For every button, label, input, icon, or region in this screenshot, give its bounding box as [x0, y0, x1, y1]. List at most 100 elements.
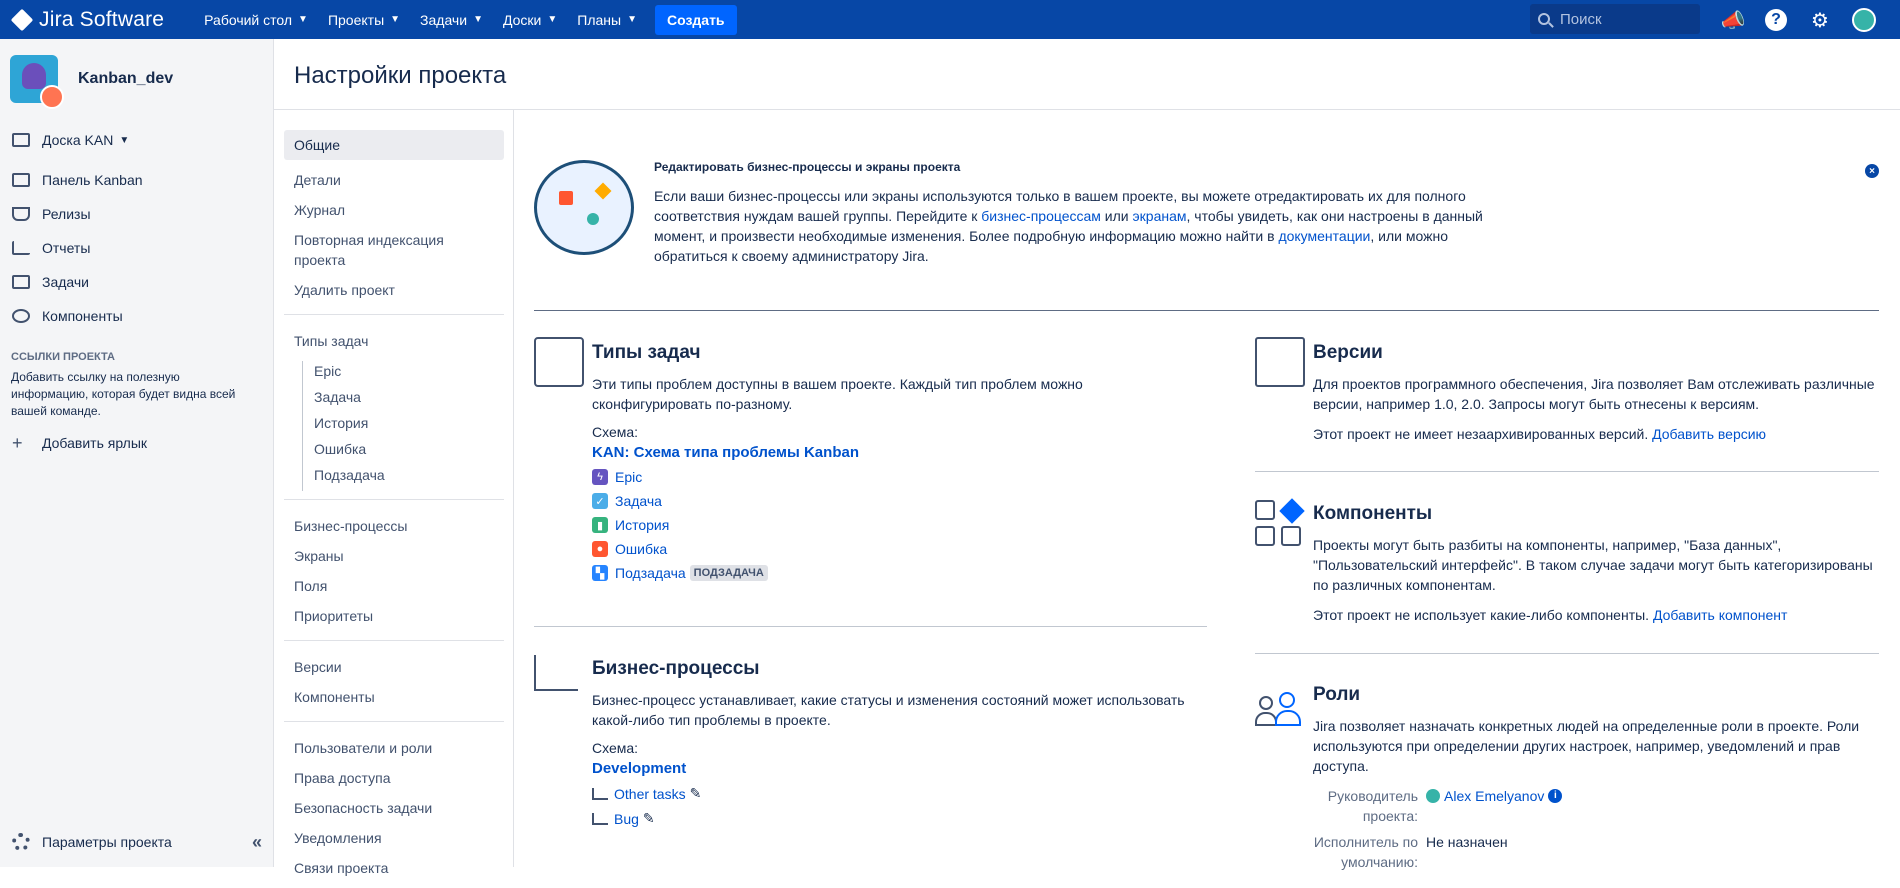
project-header[interactable]: Kanban_dev	[0, 39, 273, 119]
subnav-fields[interactable]: Поля	[284, 576, 504, 596]
add-version-link[interactable]: Добавить версию	[1652, 426, 1766, 442]
task-check-icon: ✓	[592, 493, 608, 509]
create-button[interactable]: Создать	[654, 4, 737, 35]
default-assignee-label: Исполнитель по умолчанию:	[1313, 834, 1418, 870]
issue-type-scheme-link[interactable]: KAN: Схема типа проблемы Kanban	[592, 444, 1192, 461]
roles-description: Jira позволяет назначать конкретных люде…	[1313, 718, 1860, 774]
workflow-link[interactable]: Other tasks	[614, 786, 686, 802]
subnav-issue-type-task[interactable]: Задача	[284, 387, 504, 413]
issue-type-link[interactable]: Подзадача	[615, 565, 686, 581]
subnav-priorities[interactable]: Приоритеты	[284, 606, 504, 626]
subnav-general[interactable]: Общие	[284, 130, 504, 160]
subnav-issue-type-epic[interactable]: Epic	[284, 361, 504, 387]
info-icon[interactable]: i	[1548, 789, 1563, 803]
subnav-users-roles[interactable]: Пользователи и роли	[284, 738, 504, 758]
chart-icon	[12, 241, 30, 255]
subnav-issue-type-story[interactable]: История	[284, 413, 504, 439]
subnav-issue-security[interactable]: Безопасность задачи	[284, 798, 504, 818]
sidebar-item-label: Компоненты	[42, 308, 123, 324]
workflow-illustration	[534, 160, 634, 255]
project-settings-link[interactable]: Параметры проекта «	[0, 827, 274, 857]
project-lead-label: Руководитель проекта:	[1327, 788, 1418, 824]
versions-title: Версии	[1313, 342, 1383, 363]
project-avatar	[10, 55, 64, 109]
nav-plans[interactable]: Планы ▼	[567, 0, 647, 39]
lead-avatar	[1426, 789, 1440, 803]
issue-type-link[interactable]: Epic	[615, 469, 642, 485]
help-icon[interactable]: ?	[1763, 7, 1789, 33]
subnav-reindex[interactable]: Повторная индексация проекта	[284, 230, 504, 270]
subnav-separator	[284, 499, 504, 500]
puzzle-icon	[12, 309, 30, 323]
nav-dashboard[interactable]: Рабочий стол ▼	[194, 0, 318, 39]
jira-logo[interactable]: Jira Software	[10, 7, 165, 32]
nav-label: Планы	[577, 11, 622, 28]
components-title: Компоненты	[1313, 503, 1433, 524]
board-switcher[interactable]: Доска KAN ▼	[0, 123, 273, 157]
edit-pencil-icon[interactable]: ✎	[690, 785, 702, 802]
components-empty-label: Этот проект не использует какие-либо ком…	[1313, 607, 1653, 623]
page-title: Настройки проекта	[294, 62, 507, 89]
subnav-issue-type-subtask[interactable]: Подзадача	[284, 465, 504, 491]
banner-text-part: или	[1100, 208, 1133, 224]
subnav-project-links[interactable]: Связи проекта	[284, 858, 504, 878]
subnav-details[interactable]: Детали	[284, 170, 504, 190]
header-divider	[274, 109, 1900, 110]
workflows-description: Бизнес-процесс устанавливает, какие стат…	[592, 692, 1185, 728]
sidebar-item-components[interactable]: Компоненты	[0, 299, 273, 333]
user-avatar[interactable]	[1851, 7, 1877, 33]
gear-icon	[12, 833, 30, 851]
banner-divider	[534, 310, 1879, 311]
subnav-versions[interactable]: Версии	[284, 657, 504, 677]
add-shortcut-label: Добавить ярлык	[42, 435, 148, 451]
board-icon	[12, 133, 30, 147]
issue-type-subtask: ▚ Подзадача ПОДЗАДАЧА	[592, 565, 1192, 581]
nav-projects[interactable]: Проекты ▼	[318, 0, 410, 39]
workflow-link[interactable]: Bug	[614, 811, 639, 827]
subnav-audit-log[interactable]: Журнал	[284, 200, 504, 220]
megaphone-icon[interactable]: 📣	[1720, 7, 1746, 33]
chevron-down-icon: ▼	[298, 14, 308, 25]
add-component-link[interactable]: Добавить компонент	[1653, 607, 1787, 623]
collapse-sidebar-icon[interactable]: «	[252, 832, 262, 853]
subnav-delete-project[interactable]: Удалить проект	[284, 280, 504, 300]
issue-type-link[interactable]: Задача	[615, 493, 662, 509]
documentation-link[interactable]: документации	[1278, 228, 1370, 244]
settings-subnav: Общие Детали Журнал Повторная индексация…	[284, 130, 504, 888]
nav-boards[interactable]: Доски ▼	[493, 0, 567, 39]
workflow-other-tasks: Other tasks ✎	[592, 785, 1192, 802]
chevron-down-icon: ▼	[390, 14, 401, 25]
sidebar-item-releases[interactable]: Релизы	[0, 197, 273, 231]
project-lead-link[interactable]: Alex Emelyanov	[1444, 786, 1544, 806]
sidebar-item-reports[interactable]: Отчеты	[0, 231, 273, 265]
nav-label: Рабочий стол	[204, 11, 293, 28]
subnav-issue-type-bug[interactable]: Ошибка	[284, 439, 504, 465]
subnav-workflows[interactable]: Бизнес-процессы	[284, 516, 504, 536]
close-icon[interactable]: ×	[1865, 164, 1879, 178]
issue-types-title: Типы задач	[592, 342, 701, 363]
sidebar-item-issues[interactable]: Задачи	[0, 265, 273, 299]
issue-type-link[interactable]: История	[615, 517, 669, 533]
subnav-permissions[interactable]: Права доступа	[284, 768, 504, 788]
subnav-screens[interactable]: Экраны	[284, 546, 504, 566]
product-name: Jira Software	[39, 7, 165, 31]
sidebar-item-kanban[interactable]: Панель Kanban	[0, 163, 273, 197]
subnav-issue-types[interactable]: Типы задач	[284, 331, 504, 351]
subnav-notifications[interactable]: Уведомления	[284, 828, 504, 848]
subnav-separator	[284, 721, 504, 722]
nav-issues[interactable]: Задачи ▼	[410, 0, 493, 39]
issue-type-link[interactable]: Ошибка	[615, 541, 667, 557]
search-input[interactable]: Поиск	[1530, 4, 1700, 34]
screens-link[interactable]: экранам	[1133, 208, 1187, 224]
workflow-scheme-link[interactable]: Development	[592, 760, 1192, 777]
issue-type-story: ▮ История	[592, 517, 1192, 533]
issue-types-description: Эти типы проблем доступны в вашем проект…	[592, 376, 1083, 412]
chevron-down-icon: ▼	[627, 14, 637, 25]
settings-gear-icon[interactable]: ⚙	[1807, 7, 1833, 33]
add-shortcut-button[interactable]: + Добавить ярлык	[0, 426, 273, 460]
workflows-link[interactable]: бизнес-процессам	[981, 208, 1101, 224]
subnav-components[interactable]: Компоненты	[284, 687, 504, 707]
edit-pencil-icon[interactable]: ✎	[643, 810, 655, 827]
issues-icon	[12, 275, 30, 289]
sidebar-item-label: Релизы	[42, 206, 91, 222]
